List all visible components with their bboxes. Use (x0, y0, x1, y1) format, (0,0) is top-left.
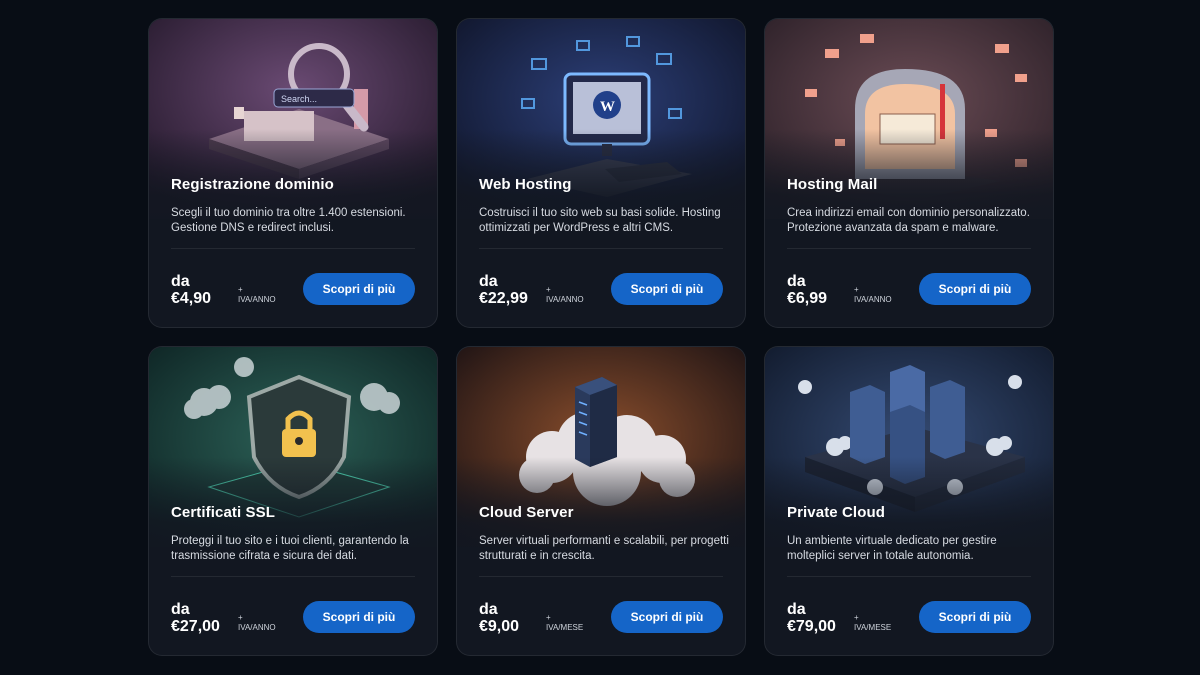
card-description: Crea indirizzi email con dominio persona… (787, 207, 1030, 234)
card-divider (479, 576, 723, 577)
card-title: Private Cloud (787, 504, 885, 521)
tax-plus: + (546, 285, 551, 294)
tax-label: IVA/MESE (854, 623, 892, 632)
discover-more-button[interactable]: Scopri di più (919, 273, 1031, 305)
tax-label: IVA/ANNO (238, 623, 276, 632)
card-divider (787, 576, 1031, 577)
card-ssl-certificates: Certificati SSL Proteggi il tuo sito e i… (148, 346, 438, 656)
search-box-text: Search... (281, 94, 317, 104)
price-value: €6,99 (787, 290, 828, 307)
card-title: Cloud Server (479, 504, 574, 521)
card-divider (171, 576, 415, 577)
discover-more-button[interactable]: Scopri di più (303, 273, 415, 305)
price-prefix: da (171, 273, 190, 290)
tax-note: + IVA/ANNO (854, 285, 892, 305)
card-description: Costruisci il tuo sito web su basi solid… (479, 207, 721, 234)
card-divider (787, 248, 1031, 249)
price-block: da €6,99 (787, 273, 827, 308)
price-block: da €79,00 (787, 601, 836, 636)
card-description: Un ambiente virtuale dedicato per gestir… (787, 535, 997, 562)
price-block: da €9,00 (479, 601, 519, 636)
card-private-cloud: Private Cloud Un ambiente virtuale dedic… (764, 346, 1054, 656)
tax-label: IVA/ANNO (238, 295, 276, 304)
card-cloud-server: Cloud Server Server virtuali performanti… (456, 346, 746, 656)
price-value: €79,00 (787, 618, 836, 635)
card-title: Hosting Mail (787, 176, 878, 193)
card-title: Web Hosting (479, 176, 572, 193)
card-description: Server virtuali performanti e scalabili,… (479, 535, 729, 562)
card-web-hosting: W Web Hosting Costruisci il tuo sito web… (456, 18, 746, 328)
discover-more-button[interactable]: Scopri di più (919, 601, 1031, 633)
price-prefix: da (171, 601, 190, 618)
tax-plus: + (546, 613, 551, 622)
tax-note: + IVA/ANNO (546, 285, 584, 305)
tax-plus: + (238, 613, 243, 622)
price-prefix: da (479, 601, 498, 618)
discover-more-button[interactable]: Scopri di più (303, 601, 415, 633)
tax-note: + IVA/MESE (546, 613, 583, 633)
price-prefix: da (787, 273, 806, 290)
card-divider (479, 248, 723, 249)
price-value: €22,99 (479, 290, 528, 307)
tax-label: IVA/MESE (546, 623, 584, 632)
tax-note: + IVA/MESE (854, 613, 891, 633)
discover-more-button[interactable]: Scopri di più (611, 601, 723, 633)
card-mail-hosting: Hosting Mail Crea indirizzi email con do… (764, 18, 1054, 328)
discover-more-button[interactable]: Scopri di più (611, 273, 723, 305)
tax-plus: + (238, 285, 243, 294)
card-description: Scegli il tuo dominio tra oltre 1.400 es… (171, 207, 406, 234)
price-block: da €4,90 (171, 273, 211, 308)
card-divider (171, 248, 415, 249)
product-grid: Search... Registrazione dominio Scegli i… (148, 18, 1054, 656)
card-title: Certificati SSL (171, 504, 276, 521)
card-domain-registration: Search... Registrazione dominio Scegli i… (148, 18, 438, 328)
price-block: da €22,99 (479, 273, 528, 308)
price-block: da €27,00 (171, 601, 220, 636)
price-value: €4,90 (171, 290, 212, 307)
card-title: Registrazione dominio (171, 176, 334, 193)
wordpress-icon: W (600, 99, 615, 115)
tax-note: + IVA/ANNO (238, 285, 276, 305)
price-prefix: da (787, 601, 806, 618)
card-description: Proteggi il tuo sito e i tuoi clienti, g… (171, 535, 409, 562)
price-value: €27,00 (171, 618, 220, 635)
price-value: €9,00 (479, 618, 520, 635)
price-prefix: da (479, 273, 498, 290)
tax-label: IVA/ANNO (546, 295, 584, 304)
tax-plus: + (854, 613, 859, 622)
tax-label: IVA/ANNO (854, 295, 892, 304)
tax-note: + IVA/ANNO (238, 613, 276, 633)
tax-plus: + (854, 285, 859, 294)
